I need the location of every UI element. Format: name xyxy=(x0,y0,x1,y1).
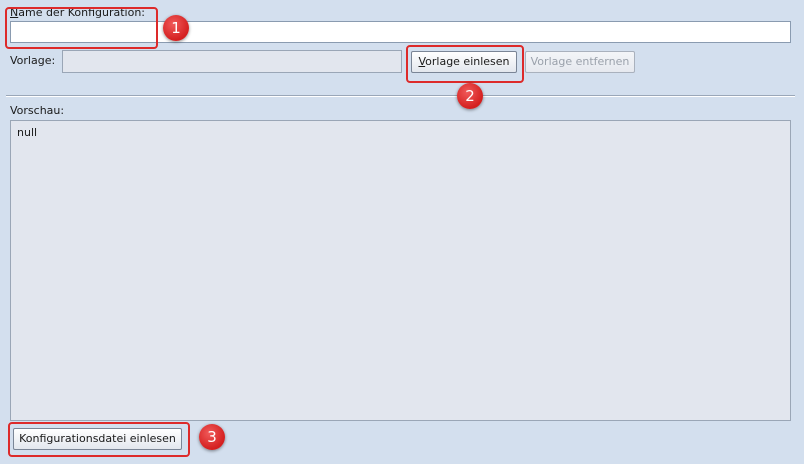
annotation-badge-2: 2 xyxy=(457,83,483,109)
preview-content: null xyxy=(17,126,38,139)
annotation-badge-3: 3 xyxy=(199,424,225,450)
template-label: Vorlage: xyxy=(10,54,56,67)
annotation-box-1 xyxy=(5,7,158,49)
annotation-badge-1: 1 xyxy=(163,15,189,41)
preview-text-area[interactable]: null xyxy=(10,120,791,421)
section-separator xyxy=(6,95,795,97)
annotation-box-2 xyxy=(406,45,524,83)
template-path-field xyxy=(62,50,402,73)
annotation-box-3 xyxy=(8,422,190,457)
remove-template-button[interactable]: Vorlage entfernen xyxy=(525,51,635,73)
preview-label: Vorschau: xyxy=(10,104,65,117)
